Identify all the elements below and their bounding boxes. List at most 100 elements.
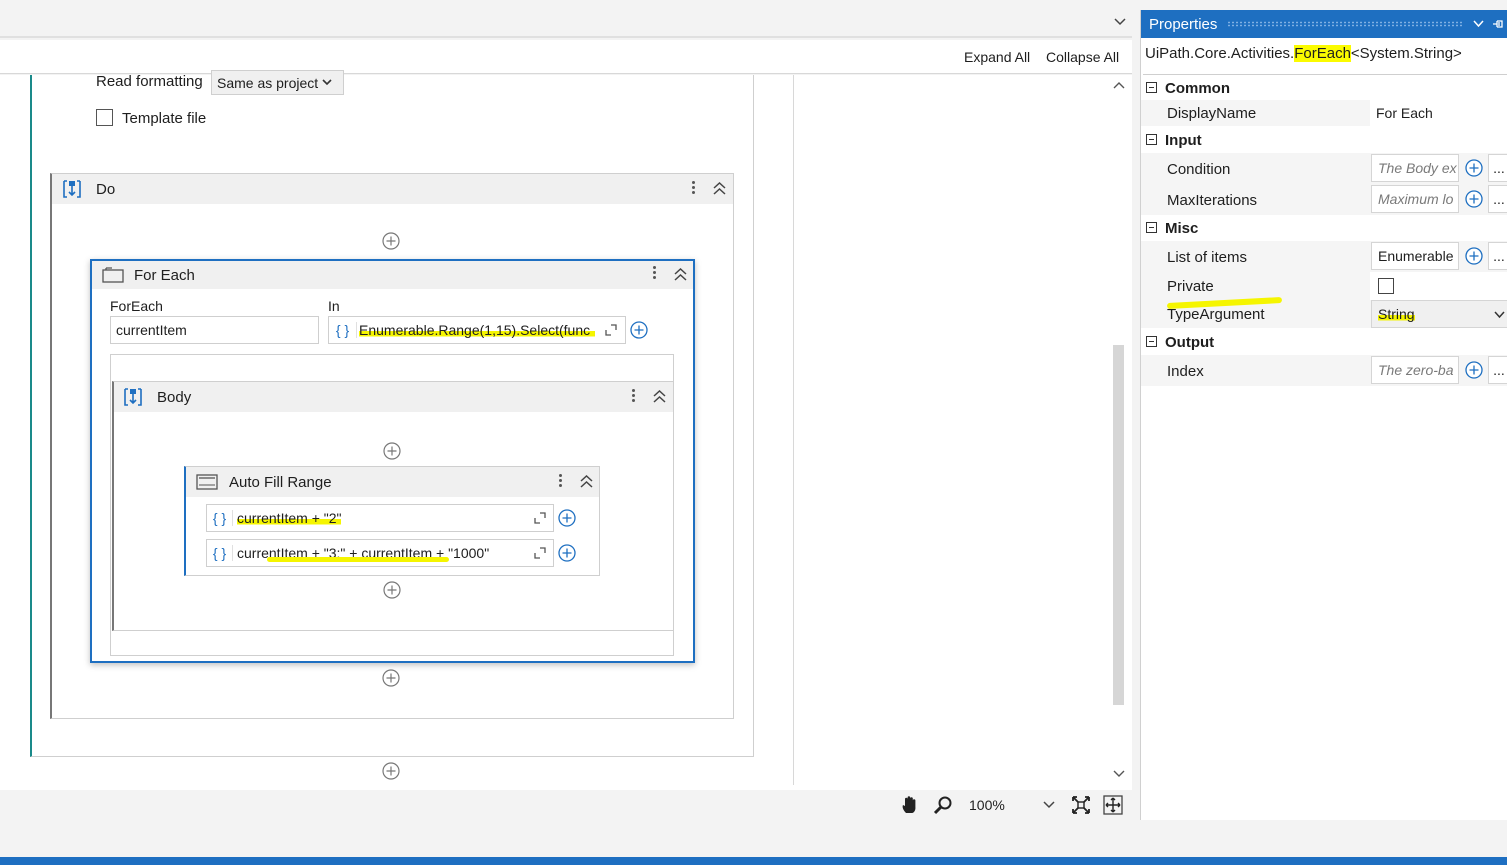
status-bar bbox=[0, 857, 1507, 865]
index-input[interactable]: The zero-ba bbox=[1371, 356, 1459, 384]
index-more-button[interactable]: ... bbox=[1488, 356, 1507, 384]
collapse-icon[interactable] bbox=[674, 268, 687, 281]
collapse-icon[interactable] bbox=[1146, 222, 1157, 233]
type-name-suffix: <System.String> bbox=[1350, 45, 1462, 62]
pin-icon[interactable] bbox=[1492, 18, 1504, 30]
type-name-prefix: UiPath.Core.Activities. bbox=[1145, 45, 1295, 62]
collapse-icon[interactable] bbox=[1146, 82, 1157, 93]
type-argument-select[interactable]: String bbox=[1371, 300, 1507, 328]
foreach-variable-value: currentItem bbox=[116, 322, 187, 338]
category-output-label: Output bbox=[1165, 334, 1215, 351]
display-name-input[interactable]: For Each bbox=[1370, 100, 1507, 126]
prop-condition: Condition The Body ex ... bbox=[1141, 153, 1507, 184]
divider bbox=[1143, 74, 1507, 75]
overview-icon[interactable] bbox=[1103, 795, 1123, 815]
max-iterations-more-button[interactable]: ... bbox=[1488, 185, 1507, 213]
expand-editor-icon[interactable] bbox=[534, 512, 546, 524]
read-formatting-value: Same as project bbox=[217, 74, 319, 91]
scroll-down-icon[interactable] bbox=[1113, 770, 1125, 778]
add-argument-icon[interactable] bbox=[558, 544, 576, 562]
category-input[interactable]: Input bbox=[1141, 130, 1507, 152]
collapse-icon[interactable] bbox=[1146, 336, 1157, 347]
add-activity-icon[interactable] bbox=[382, 232, 400, 250]
zoom-level[interactable]: 100% bbox=[969, 797, 1005, 813]
add-argument-icon[interactable] bbox=[1465, 247, 1483, 265]
index-placeholder: The zero-ba bbox=[1378, 362, 1454, 378]
read-formatting-select[interactable]: Same as project bbox=[211, 70, 344, 95]
for-each-activity[interactable]: For Each ForEach currentItem In { } Enum… bbox=[90, 259, 695, 663]
collapse-icon[interactable] bbox=[1146, 134, 1157, 145]
add-activity-icon[interactable] bbox=[383, 581, 401, 599]
vertical-scrollbar[interactable] bbox=[1110, 75, 1128, 787]
activity-type-name: UiPath.Core.Activities.ForEach<System.St… bbox=[1145, 45, 1462, 62]
in-label: In bbox=[328, 298, 340, 314]
add-argument-icon[interactable] bbox=[1465, 361, 1483, 379]
list-of-items-input[interactable]: Enumerable bbox=[1371, 242, 1459, 270]
designer-toolbar: Expand All Collapse All bbox=[0, 40, 1132, 74]
auto-fill-header: Auto Fill Range bbox=[186, 467, 599, 497]
category-misc-label: Misc bbox=[1165, 220, 1199, 237]
add-activity-icon[interactable] bbox=[382, 669, 400, 687]
scroll-up-icon[interactable] bbox=[1113, 81, 1125, 89]
more-button-label: ... bbox=[1493, 191, 1505, 207]
auto-fill-icon bbox=[196, 474, 218, 490]
pan-hand-icon[interactable] bbox=[900, 795, 920, 815]
expand-all-button[interactable]: Expand All bbox=[964, 49, 1030, 65]
add-argument-icon[interactable] bbox=[630, 321, 648, 339]
more-options-icon[interactable] bbox=[653, 264, 657, 281]
collapse-icon[interactable] bbox=[580, 475, 593, 488]
expand-editor-icon[interactable] bbox=[605, 324, 617, 336]
more-options-icon[interactable] bbox=[632, 387, 636, 404]
add-argument-icon[interactable] bbox=[1465, 190, 1483, 208]
fit-to-screen-icon[interactable] bbox=[1071, 795, 1091, 815]
collapse-all-button[interactable]: Collapse All bbox=[1046, 49, 1119, 65]
condition-more-button[interactable]: ... bbox=[1488, 154, 1507, 182]
do-sequence-header: Do bbox=[52, 174, 733, 204]
collapse-icon[interactable] bbox=[653, 390, 666, 403]
designer-canvas: Read formatting Same as project Template… bbox=[0, 70, 1132, 790]
canvas-divider bbox=[793, 75, 794, 785]
read-formatting-label: Read formatting bbox=[96, 73, 203, 90]
private-checkbox[interactable] bbox=[1378, 278, 1394, 294]
more-button-label: ... bbox=[1493, 248, 1505, 264]
expand-editor-icon[interactable] bbox=[534, 547, 546, 559]
in-expression-value: Enumerable.Range(1,15).Select(func bbox=[359, 322, 595, 338]
add-argument-icon[interactable] bbox=[1465, 159, 1483, 177]
category-input-label: Input bbox=[1165, 132, 1202, 149]
source-range-input[interactable]: { } currentItem + "2" bbox=[206, 504, 554, 532]
template-file-checkbox[interactable] bbox=[96, 109, 113, 126]
zoom-dropdown-icon[interactable] bbox=[1043, 801, 1055, 809]
for-each-header: For Each bbox=[92, 261, 693, 289]
condition-input[interactable]: The Body ex bbox=[1371, 154, 1459, 182]
prop-type-argument: TypeArgument String bbox=[1141, 296, 1507, 328]
in-expression-input[interactable]: { } Enumerable.Range(1,15).Select(func bbox=[328, 316, 626, 344]
add-argument-icon[interactable] bbox=[558, 509, 576, 527]
chevron-down-icon bbox=[1494, 311, 1505, 319]
scrollbar-thumb[interactable] bbox=[1113, 345, 1124, 705]
chevron-down-icon[interactable] bbox=[1112, 14, 1128, 30]
expression-braces-icon: { } bbox=[207, 510, 233, 526]
max-iterations-input[interactable]: Maximum lo bbox=[1371, 185, 1459, 213]
add-activity-icon[interactable] bbox=[382, 762, 400, 780]
sequence-icon bbox=[62, 180, 82, 198]
more-options-icon[interactable] bbox=[692, 179, 696, 196]
body-sequence[interactable]: Body Auto Fill Range {} currentItem + "… bbox=[112, 381, 674, 631]
collapse-icon[interactable] bbox=[713, 182, 726, 195]
zoom-magnifier-icon[interactable] bbox=[933, 795, 953, 815]
foreach-variable-input[interactable]: currentItem bbox=[110, 316, 319, 344]
add-activity-icon[interactable] bbox=[383, 442, 401, 460]
properties-title: Properties bbox=[1149, 15, 1218, 33]
category-output[interactable]: Output bbox=[1141, 332, 1507, 354]
list-of-items-value: Enumerable bbox=[1378, 248, 1454, 264]
category-misc[interactable]: Misc bbox=[1141, 218, 1507, 240]
category-common[interactable]: Common bbox=[1141, 78, 1507, 100]
for-each-icon bbox=[102, 267, 124, 283]
prop-private: Private bbox=[1141, 272, 1507, 300]
list-of-items-more-button[interactable]: ... bbox=[1488, 242, 1507, 270]
destination-range-input[interactable]: { } currentItem + "3:" + currentItem + "… bbox=[206, 539, 554, 567]
condition-placeholder: The Body ex bbox=[1378, 160, 1457, 176]
auto-fill-range-activity[interactable]: Auto Fill Range { } currentItem + "2" {… bbox=[184, 466, 600, 576]
panel-menu-icon[interactable] bbox=[1473, 20, 1484, 28]
more-options-icon[interactable] bbox=[559, 472, 563, 489]
chevron-down-icon bbox=[322, 79, 332, 86]
